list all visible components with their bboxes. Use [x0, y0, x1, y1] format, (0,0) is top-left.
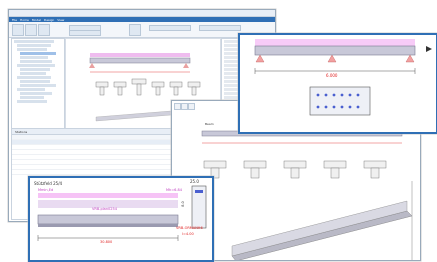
ribbon-field-3[interactable] — [149, 25, 191, 31]
section-width-label: 25.0 — [190, 179, 199, 184]
annotation-label: VRB-ORMANH6 — [176, 226, 203, 230]
span-popup-drawing — [37, 185, 207, 241]
span-popup: Stützfeld 25/4 Mmin,Ed Mh=6.84 VRB-plan0… — [28, 176, 214, 262]
moment-right-label: Mh=6.84 — [166, 188, 182, 192]
moment-left-label: Mmin,Ed — [38, 188, 54, 192]
beam-popup-drawing — [254, 39, 432, 116]
tab-model[interactable]: Model — [32, 18, 41, 22]
ribbon-button-open[interactable] — [25, 24, 37, 36]
beam-popup: 6.000 — [238, 33, 437, 134]
beam-label: VRB-plan0254 — [92, 207, 117, 211]
grid-title: Stations — [15, 129, 28, 134]
dim-total-label: 6.000 — [326, 73, 338, 78]
tab-file[interactable]: File — [12, 18, 17, 22]
span-dim-label: 30.800 — [100, 240, 113, 244]
tab-view[interactable]: View — [57, 18, 64, 22]
ribbon-button-new[interactable] — [12, 24, 24, 36]
tab-design[interactable]: Design — [44, 18, 54, 22]
model-tree[interactable] — [11, 38, 65, 130]
ribbon — [9, 22, 275, 38]
section-height-label: 8.0 — [180, 201, 185, 207]
popup-title: Stützfeld 25/4 — [34, 181, 63, 186]
ribbon-field-2[interactable] — [69, 30, 101, 36]
title-bar — [9, 10, 275, 17]
annotation-value: l=4.00 — [182, 232, 194, 236]
ribbon-button-save[interactable] — [38, 24, 50, 36]
ribbon-field-4[interactable] — [199, 25, 241, 31]
tab-home[interactable]: Home — [20, 18, 29, 22]
ribbon-button-calc[interactable] — [129, 24, 141, 36]
